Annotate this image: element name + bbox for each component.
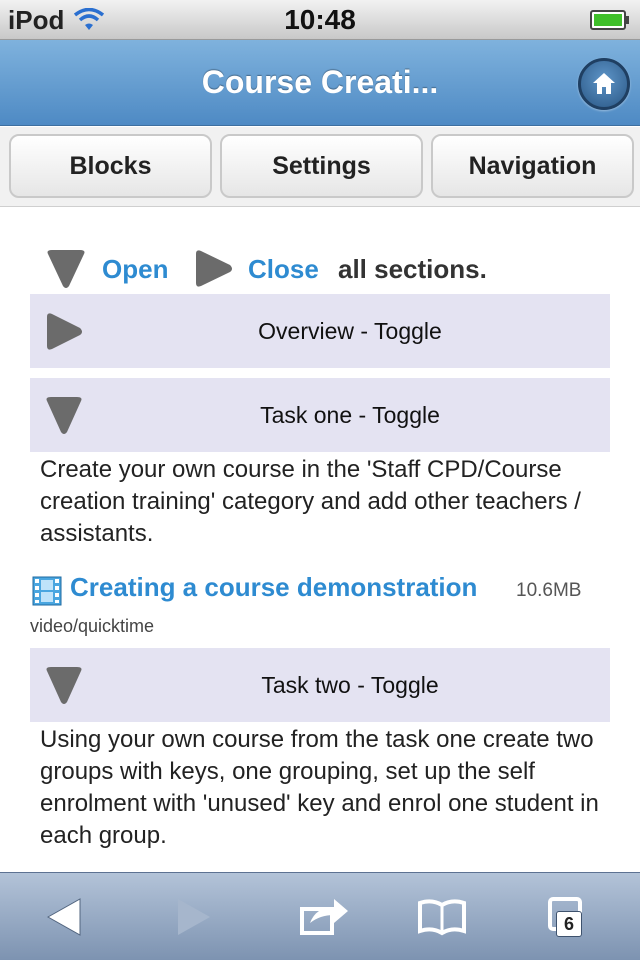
resource-size: 10.6MB (516, 580, 582, 601)
section-toggle-task-two[interactable]: Task two - Toggle (30, 648, 610, 722)
open-all-link[interactable]: Open (102, 254, 168, 285)
forward-arrow-icon (178, 899, 210, 935)
triangle-right-icon (47, 313, 82, 350)
tab-blocks[interactable]: Blocks (9, 134, 212, 198)
forward-button[interactable] (164, 893, 220, 941)
back-button[interactable] (40, 893, 96, 941)
section-toggle-task-one[interactable]: Task one - Toggle (30, 378, 610, 452)
task-two-description: Using your own course from the task one … (40, 726, 599, 849)
triangle-down-icon (46, 397, 82, 434)
bookmarks-icon (418, 899, 466, 936)
section-toggle-label: Task one - Toggle (260, 402, 440, 428)
pages-count: 6 (556, 911, 582, 937)
share-button[interactable] (296, 893, 352, 941)
resource-mime: video/quicktime (30, 616, 155, 636)
bookmarks-button[interactable] (414, 893, 470, 941)
page-header: Course Creati... (0, 40, 640, 126)
triangle-down-icon (46, 667, 82, 704)
status-bar: iPod 10:48 (0, 0, 640, 40)
task-one-description: Create your own course in the 'Staff CPD… (40, 456, 581, 547)
triangle-right-icon[interactable] (192, 248, 234, 290)
tab-bar: Blocks Settings Navigation (0, 127, 640, 207)
close-all-link[interactable]: Close (248, 254, 319, 285)
battery-icon (590, 10, 629, 30)
sections-control: Open Close all sections. (44, 248, 604, 292)
film-icon (32, 576, 62, 606)
resource-link[interactable]: Creating a course demonstration 10.6MB (32, 572, 632, 608)
home-button[interactable] (578, 58, 630, 110)
page-title: Course Creati... (201, 64, 439, 100)
triangle-down-icon[interactable] (44, 248, 88, 290)
home-icon (593, 73, 615, 94)
share-icon (300, 899, 348, 935)
status-time: 10:48 (284, 4, 356, 35)
tab-navigation[interactable]: Navigation (431, 134, 634, 198)
back-arrow-icon (46, 898, 81, 936)
sections-suffix: all sections. (338, 254, 487, 284)
pages-button[interactable]: 6 (542, 893, 598, 941)
section-toggle-label: Overview - Toggle (258, 318, 442, 344)
tab-settings[interactable]: Settings (220, 134, 423, 198)
browser-toolbar: 6 (0, 872, 640, 960)
section-toggle-label: Task two - Toggle (261, 672, 439, 698)
resource-title[interactable]: Creating a course demonstration (70, 572, 477, 603)
section-toggle-overview[interactable]: Overview - Toggle (30, 294, 610, 368)
